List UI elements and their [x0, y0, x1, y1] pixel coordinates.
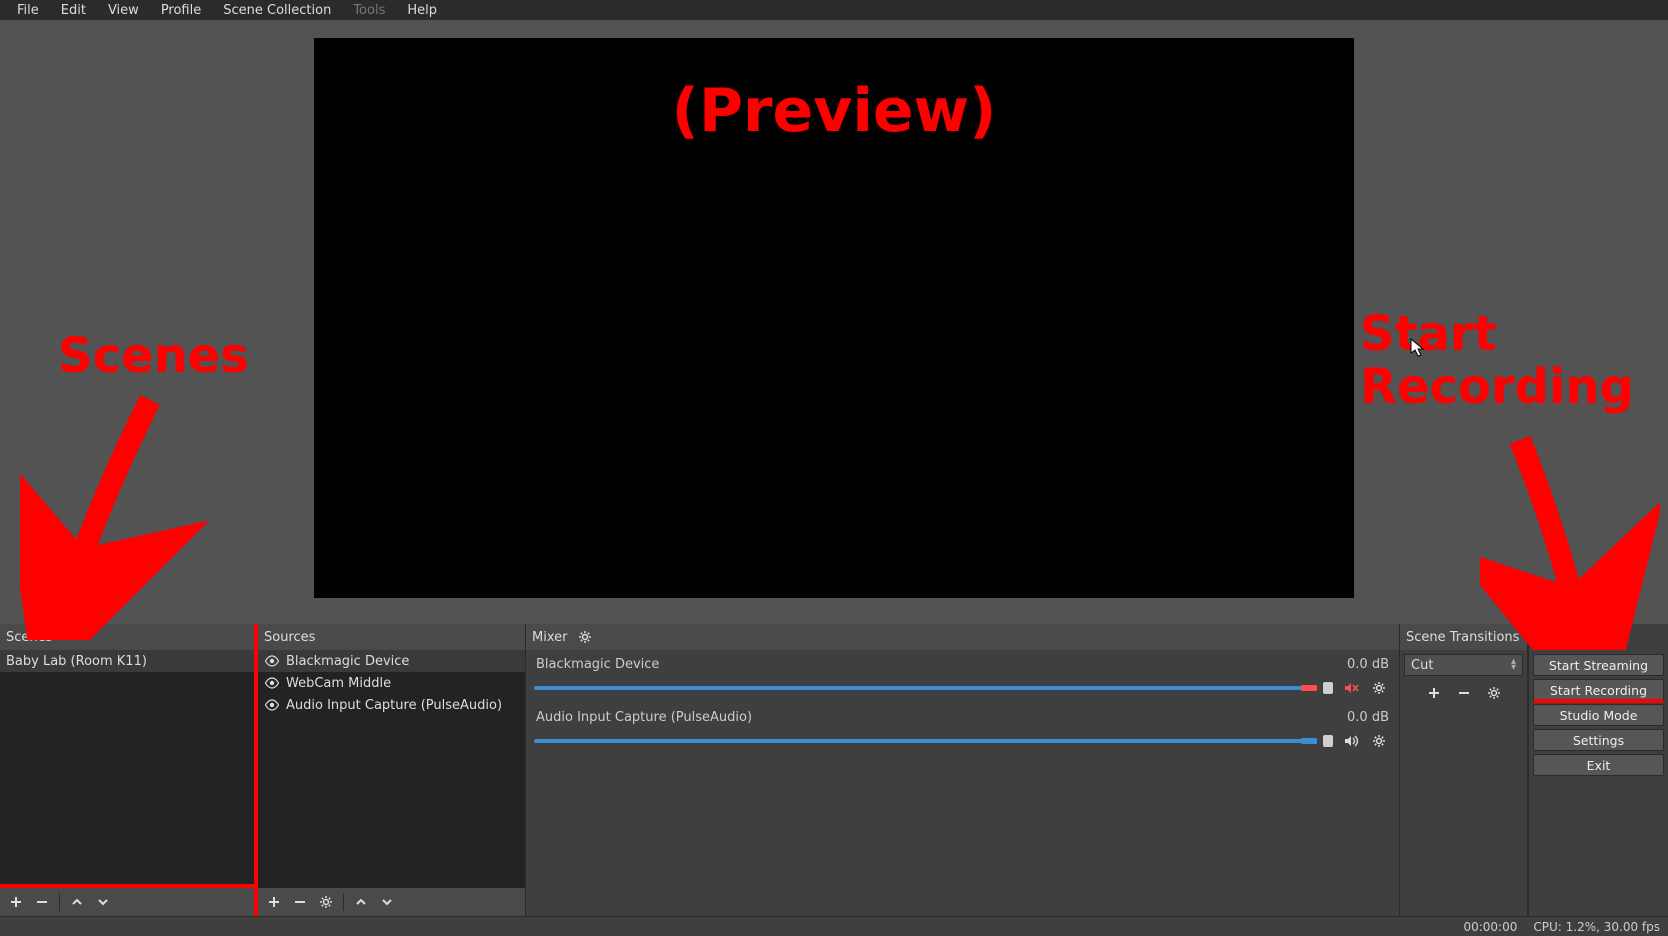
menu-profile[interactable]: Profile: [150, 1, 212, 20]
mixer-settings-button[interactable]: [573, 626, 597, 648]
scenes-toolbar: [0, 888, 254, 916]
scenes-remove-button[interactable]: [30, 891, 54, 913]
controls-header: [1529, 624, 1668, 650]
studio-mode-button[interactable]: Studio Mode: [1533, 704, 1664, 726]
sources-dock: Sources Blackmagic Device WebCam Middle …: [258, 624, 526, 916]
toolbar-separator: [59, 893, 60, 911]
scene-item[interactable]: Baby Lab (Room K11): [0, 650, 254, 672]
transition-add-button[interactable]: [1422, 682, 1446, 704]
mixer-channel: Blackmagic Device 0.0 dB: [534, 656, 1391, 699]
menu-view[interactable]: View: [97, 1, 150, 20]
source-item-label: WebCam Middle: [286, 676, 391, 691]
annotation-start-recording-label: Start Recording: [1360, 308, 1634, 414]
source-item[interactable]: WebCam Middle: [258, 672, 525, 694]
mixer-mute-button[interactable]: [1339, 677, 1363, 699]
docks-row: Scenes Baby Lab (Room K11) Sources Black…: [0, 624, 1668, 916]
mixer-channel-db: 0.0 dB: [1347, 657, 1389, 672]
eye-icon[interactable]: [264, 653, 280, 669]
scenes-moveup-button[interactable]: [65, 891, 89, 913]
menubar: File Edit View Profile Scene Collection …: [0, 0, 1668, 20]
mixer-channel-name: Blackmagic Device: [536, 657, 659, 672]
sources-properties-button[interactable]: [314, 891, 338, 913]
transition-selected-label: Cut: [1411, 658, 1433, 673]
menu-tools[interactable]: Tools: [342, 1, 396, 20]
chevron-updown-icon: ▴▾: [1511, 659, 1516, 671]
main-area: (Preview) Scenes Start Recording: [0, 20, 1668, 624]
mixer-channel: Audio Input Capture (PulseAudio) 0.0 dB: [534, 709, 1391, 752]
mixer-channel-name: Audio Input Capture (PulseAudio): [536, 710, 752, 725]
start-recording-button[interactable]: Start Recording: [1533, 679, 1664, 701]
sources-moveup-button[interactable]: [349, 891, 373, 913]
mixer-volume-slider[interactable]: [1323, 735, 1333, 747]
source-item[interactable]: Blackmagic Device: [258, 650, 525, 672]
status-time: 00:00:00: [1463, 920, 1517, 934]
settings-button[interactable]: Settings: [1533, 729, 1664, 751]
transition-properties-button[interactable]: [1482, 682, 1506, 704]
exit-button[interactable]: Exit: [1533, 754, 1664, 776]
mixer-channel-db: 0.0 dB: [1347, 710, 1389, 725]
annotation-scenes-label: Scenes: [58, 330, 249, 383]
sources-movedown-button[interactable]: [375, 891, 399, 913]
annotation-preview-label: (Preview): [672, 76, 997, 146]
status-cpu: CPU: 1.2%, 30.00 fps: [1533, 920, 1660, 934]
source-item-label: Audio Input Capture (PulseAudio): [286, 698, 502, 713]
mixer-volume-slider[interactable]: [1323, 682, 1333, 694]
mixer-title: Mixer: [532, 630, 567, 645]
mixer-header[interactable]: Mixer: [526, 624, 1399, 650]
scenes-movedown-button[interactable]: [91, 891, 115, 913]
transition-remove-button[interactable]: [1452, 682, 1476, 704]
eye-icon[interactable]: [264, 675, 280, 691]
transitions-dock: Scene Transitions Cut ▴▾: [1400, 624, 1528, 916]
menu-file[interactable]: File: [6, 1, 50, 20]
statusbar: 00:00:00 CPU: 1.2%, 30.00 fps: [0, 916, 1668, 936]
sources-list[interactable]: Blackmagic Device WebCam Middle Audio In…: [258, 650, 525, 888]
scenes-header[interactable]: Scenes: [0, 624, 254, 650]
sources-header[interactable]: Sources: [258, 624, 525, 650]
preview-canvas[interactable]: (Preview): [314, 38, 1354, 598]
controls-dock: Start Streaming Start Recording Studio M…: [1528, 624, 1668, 916]
transition-select[interactable]: Cut ▴▾: [1404, 654, 1523, 676]
mixer-channel-settings-button[interactable]: [1367, 677, 1391, 699]
annotation-scenes-arrow-icon: [20, 380, 220, 640]
menu-scene-collection[interactable]: Scene Collection: [212, 1, 342, 20]
sources-remove-button[interactable]: [288, 891, 312, 913]
menu-edit[interactable]: Edit: [50, 1, 97, 20]
scene-item-label: Baby Lab (Room K11): [6, 654, 147, 669]
transitions-body: Cut ▴▾: [1400, 650, 1527, 916]
mixer-channel-settings-button[interactable]: [1367, 730, 1391, 752]
controls-body: Start Streaming Start Recording Studio M…: [1529, 650, 1668, 916]
transitions-header[interactable]: Scene Transitions: [1400, 624, 1527, 650]
scenes-add-button[interactable]: [4, 891, 28, 913]
menu-help[interactable]: Help: [396, 1, 448, 20]
scenes-dock: Scenes Baby Lab (Room K11): [0, 624, 258, 916]
mixer-body: Blackmagic Device 0.0 dB Audio Input Cap…: [526, 650, 1399, 916]
sources-add-button[interactable]: [262, 891, 286, 913]
start-streaming-button[interactable]: Start Streaming: [1533, 654, 1664, 676]
mixer-meter-bar: [534, 686, 1317, 690]
eye-icon[interactable]: [264, 697, 280, 713]
toolbar-separator: [343, 893, 344, 911]
scenes-list[interactable]: Baby Lab (Room K11): [0, 650, 254, 888]
mixer-meter-bar: [534, 739, 1317, 743]
source-item-label: Blackmagic Device: [286, 654, 409, 669]
mixer-dock: Mixer Blackmagic Device 0.0 dB: [526, 624, 1400, 916]
source-item[interactable]: Audio Input Capture (PulseAudio): [258, 694, 525, 716]
sources-toolbar: [258, 888, 525, 916]
mixer-mute-button[interactable]: [1339, 730, 1363, 752]
